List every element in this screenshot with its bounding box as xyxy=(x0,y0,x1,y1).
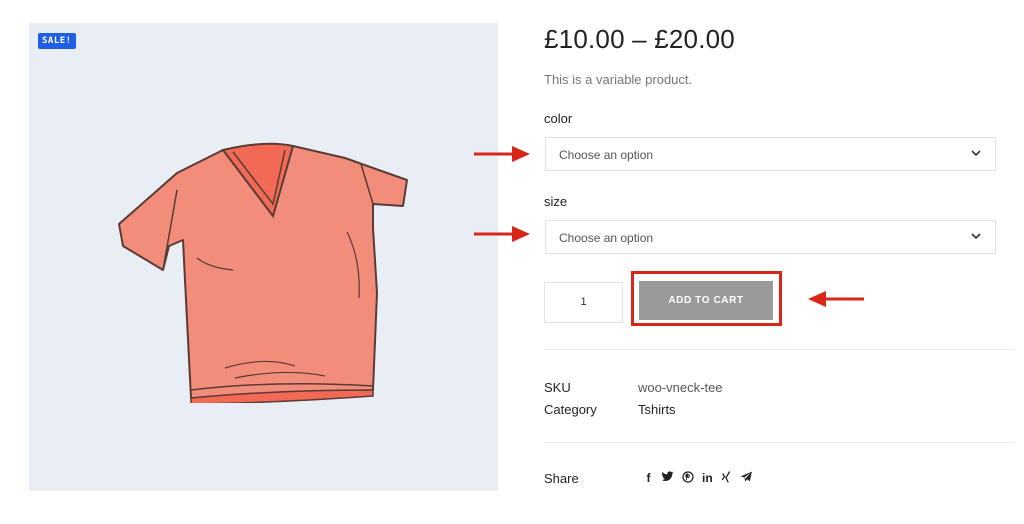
annotation-arrow-right-icon xyxy=(474,226,530,242)
annotation-arrow-right-icon xyxy=(474,146,530,162)
product-gallery[interactable]: SALE! xyxy=(29,23,498,491)
add-to-cart-button[interactable]: ADD TO CART xyxy=(639,281,773,320)
product-price: £10.00 – £20.00 xyxy=(544,24,735,54)
product-summary: £10.00 – £20.00 This is a variable produ… xyxy=(544,0,1014,524)
size-select[interactable]: Choose an option xyxy=(545,220,996,254)
share-label: Share xyxy=(544,471,579,486)
category-label: Category xyxy=(544,402,597,417)
twitter-icon[interactable] xyxy=(661,471,674,485)
sku-value: woo-vneck-tee xyxy=(638,380,723,395)
xing-icon[interactable] xyxy=(721,471,732,485)
size-label: size xyxy=(544,194,568,209)
product-image-tshirt[interactable] xyxy=(115,128,415,403)
facebook-icon[interactable]: f xyxy=(644,471,653,485)
sku-label: SKU xyxy=(544,380,571,395)
color-label: color xyxy=(544,111,573,126)
category-link[interactable]: Tshirts xyxy=(638,402,676,417)
chevron-down-icon xyxy=(971,150,981,157)
color-select-placeholder: Choose an option xyxy=(559,148,654,162)
divider xyxy=(544,442,1014,443)
product-short-description: This is a variable product. xyxy=(544,72,693,87)
pinterest-icon[interactable] xyxy=(682,471,694,485)
annotation-arrow-left-icon xyxy=(808,291,864,307)
color-select[interactable]: Choose an option xyxy=(545,137,996,171)
divider xyxy=(544,349,1014,350)
chevron-down-icon xyxy=(971,233,981,240)
size-select-placeholder: Choose an option xyxy=(559,231,654,245)
share-icons: f in xyxy=(644,471,753,485)
quantity-input[interactable]: 1 xyxy=(544,282,623,323)
telegram-icon[interactable] xyxy=(740,471,753,485)
linkedin-icon[interactable]: in xyxy=(702,471,713,485)
sale-badge: SALE! xyxy=(38,33,76,49)
